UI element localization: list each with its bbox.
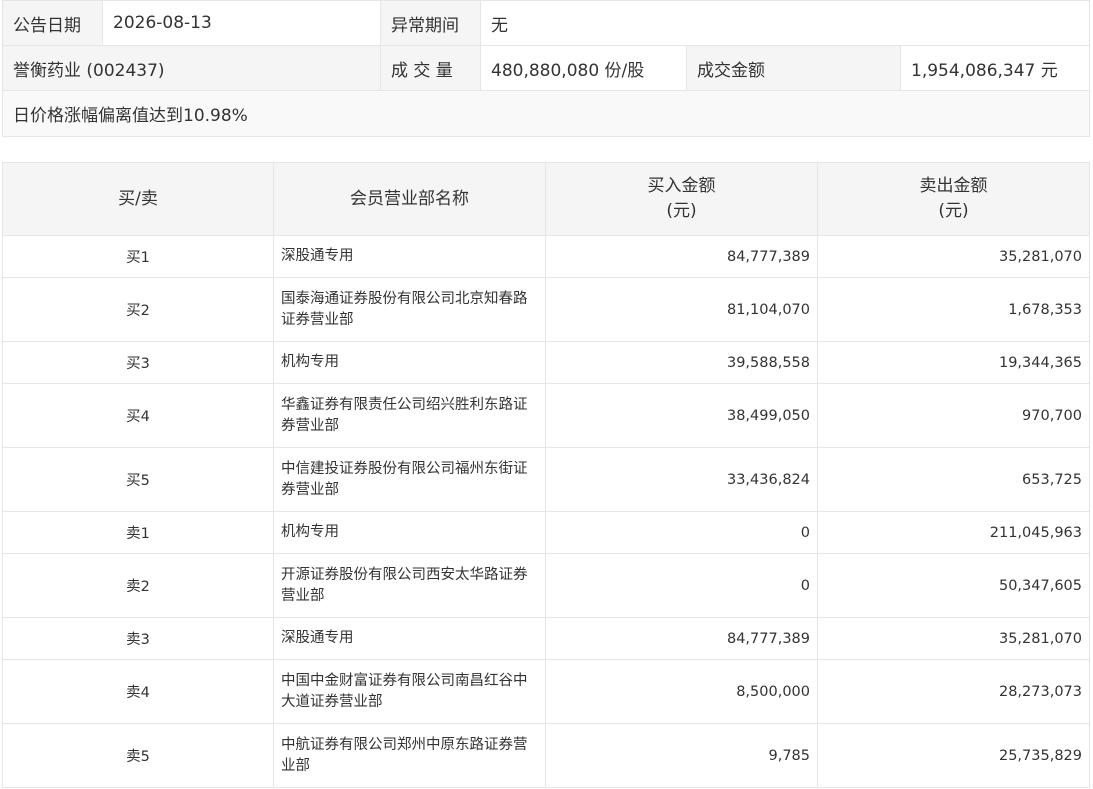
side-header: 买/卖 — [2, 162, 274, 236]
buy-amount-header-title: 买入金额 — [647, 176, 716, 196]
sell-amount-cell: 211,045,963 — [817, 511, 1090, 554]
dept-cell: 华鑫证券有限责任公司绍兴胜利东路证券营业部 — [273, 383, 546, 448]
buy-amount-cell: 84,777,389 — [545, 617, 818, 660]
notice-row-reason: 日价格涨幅偏离值达到10.98% — [1, 90, 1091, 137]
side-cell: 卖4 — [2, 659, 274, 724]
table-row: 卖2 开源证券股份有限公司西安太华路证券营业部 0 50,347,605 — [2, 553, 1090, 618]
table-row: 卖4 中国中金财富证券有限公司南昌红谷中大道证券营业部 8,500,000 28… — [2, 659, 1090, 724]
dept-cell: 中国中金财富证券有限公司南昌红谷中大道证券营业部 — [273, 659, 546, 724]
sell-amount-cell: 25,735,829 — [817, 723, 1090, 788]
buy-amount-header-unit: (元) — [666, 201, 697, 221]
sell-amount-header: 卖出金额 (元) — [817, 162, 1090, 236]
sell-amount-cell: 19,344,365 — [817, 341, 1090, 384]
buy-amount-cell: 81,104,070 — [545, 277, 818, 342]
notice-row-date: 公告日期 2026-08-13 异常期间 无 — [2, 0, 1091, 46]
sell-amount-cell: 35,281,070 — [817, 617, 1090, 660]
buy-amount-cell: 38,499,050 — [545, 383, 818, 448]
buy-amount-cell: 39,588,558 — [545, 341, 818, 384]
abnormal-reason: 日价格涨幅偏离值达到10.98% — [1, 90, 1091, 137]
dept-cell: 深股通专用 — [273, 617, 546, 660]
side-cell: 卖5 — [2, 723, 274, 788]
buy-amount-cell: 84,777,389 — [545, 235, 818, 278]
side-cell: 卖1 — [2, 511, 274, 554]
dept-cell: 中航证券有限公司郑州中原东路证券营业部 — [273, 723, 546, 788]
table-row: 卖1 机构专用 0 211,045,963 — [2, 511, 1090, 554]
table-row: 买5 中信建投证券股份有限公司福州东街证券营业部 33,436,824 653,… — [2, 447, 1090, 512]
buy-amount-cell: 33,436,824 — [545, 447, 818, 512]
trading-detail-table: 买/卖 会员营业部名称 买入金额 (元) 卖出金额 (元) 买1 深股通专用 8… — [2, 162, 1090, 788]
notice-row-stock: 誉衡药业 (002437) 成 交 量 480,880,080 份/股 成交金额… — [2, 45, 1091, 91]
sell-amount-cell: 50,347,605 — [817, 553, 1090, 618]
dept-cell: 深股通专用 — [273, 235, 546, 278]
turnover-value: 1,954,086,347 元 — [899, 45, 1091, 91]
buy-amount-cell: 8,500,000 — [545, 659, 818, 724]
table-row: 卖3 深股通专用 84,777,389 35,281,070 — [2, 617, 1090, 660]
side-cell: 买2 — [2, 277, 274, 342]
volume-value: 480,880,080 份/股 — [480, 45, 687, 91]
dept-cell: 中信建投证券股份有限公司福州东街证券营业部 — [273, 447, 546, 512]
sell-amount-cell: 970,700 — [817, 383, 1090, 448]
sell-amount-header-unit: (元) — [938, 201, 969, 221]
sell-amount-header-title: 卖出金额 — [919, 176, 988, 196]
dept-cell: 开源证券股份有限公司西安太华路证券营业部 — [273, 553, 546, 618]
side-cell: 买3 — [2, 341, 274, 384]
stock-name: 誉衡药业 (002437) — [2, 45, 381, 91]
dept-cell: 国泰海通证券股份有限公司北京知春路证券营业部 — [273, 277, 546, 342]
sell-amount-cell: 653,725 — [817, 447, 1090, 512]
buy-amount-cell: 0 — [545, 511, 818, 554]
notice-info-table: 公告日期 2026-08-13 异常期间 无 誉衡药业 (002437) 成 交… — [1, 0, 1091, 137]
side-cell: 买1 — [2, 235, 274, 278]
side-cell: 卖3 — [2, 617, 274, 660]
dept-header: 会员营业部名称 — [273, 162, 546, 236]
buy-amount-header: 买入金额 (元) — [545, 162, 818, 236]
side-cell: 买5 — [2, 447, 274, 512]
buy-amount-cell: 0 — [545, 553, 818, 618]
sell-amount-cell: 1,678,353 — [817, 277, 1090, 342]
abnormal-period-value: 无 — [479, 0, 1091, 46]
announce-date-label: 公告日期 — [2, 0, 103, 46]
buy-amount-cell: 9,785 — [545, 723, 818, 788]
dept-cell: 机构专用 — [273, 511, 546, 554]
table-row: 买1 深股通专用 84,777,389 35,281,070 — [2, 235, 1090, 278]
detail-header-row: 买/卖 会员营业部名称 买入金额 (元) 卖出金额 (元) — [2, 162, 1090, 236]
table-row: 买4 华鑫证券有限责任公司绍兴胜利东路证券营业部 38,499,050 970,… — [2, 383, 1090, 448]
abnormal-period-label: 异常期间 — [380, 0, 481, 46]
volume-label: 成 交 量 — [380, 45, 481, 91]
table-row: 买3 机构专用 39,588,558 19,344,365 — [2, 341, 1090, 384]
turnover-label: 成交金额 — [686, 45, 901, 91]
side-cell: 卖2 — [2, 553, 274, 618]
table-row: 买2 国泰海通证券股份有限公司北京知春路证券营业部 81,104,070 1,6… — [2, 277, 1090, 342]
dept-cell: 机构专用 — [273, 341, 546, 384]
side-cell: 买4 — [2, 383, 274, 448]
sell-amount-cell: 28,273,073 — [817, 659, 1090, 724]
announce-date-value: 2026-08-13 — [102, 0, 381, 46]
table-row: 卖5 中航证券有限公司郑州中原东路证券营业部 9,785 25,735,829 — [2, 723, 1090, 788]
sell-amount-cell: 35,281,070 — [817, 235, 1090, 278]
